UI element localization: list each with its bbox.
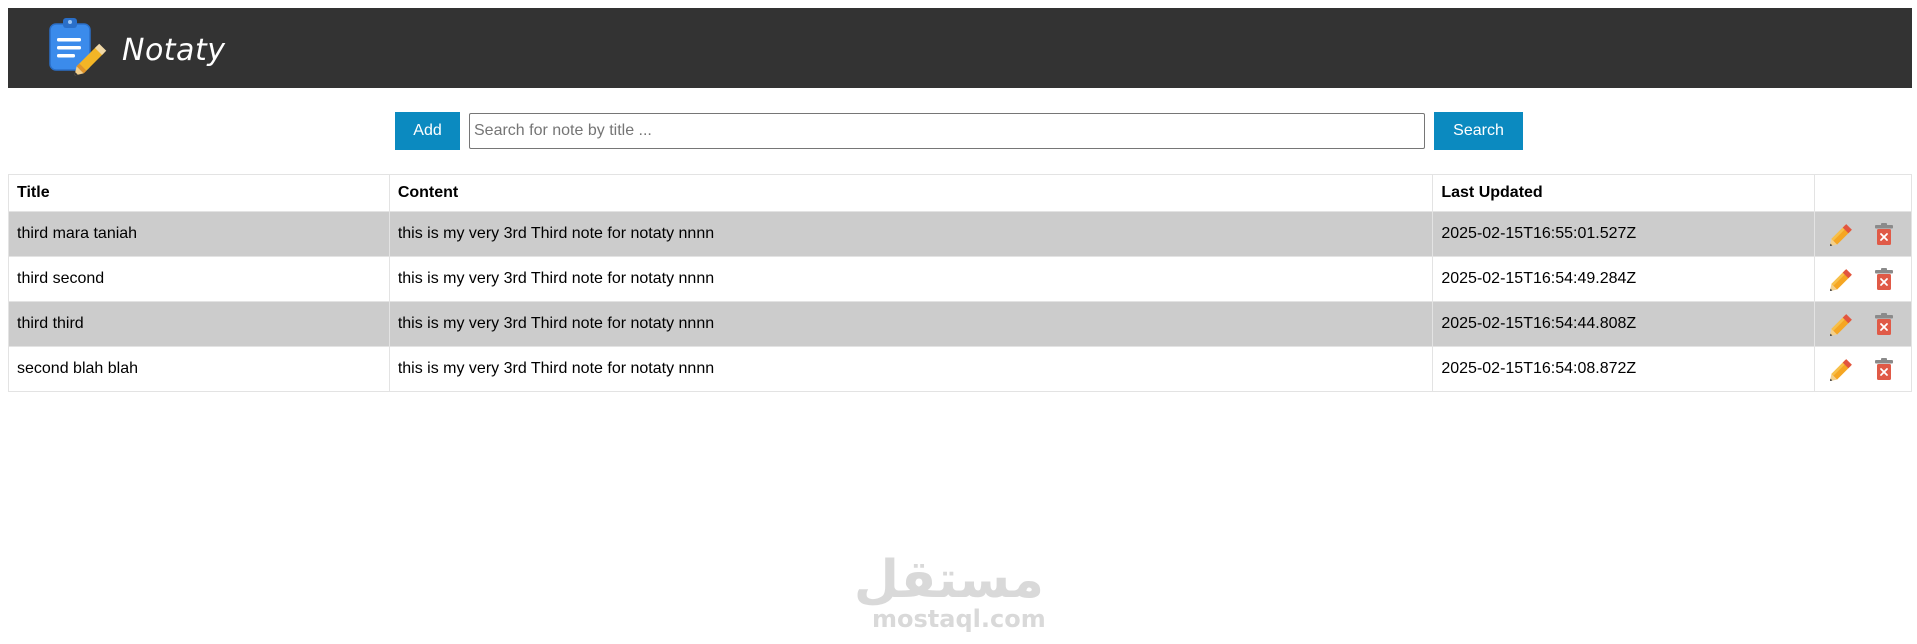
table-row: third second this is my very 3rd Third n… [8,256,1913,302]
app-window: Notaty Add Search Title Content Last Upd… [0,0,1917,644]
note-title-cell: third third [8,301,390,347]
note-actions-cell [1813,346,1913,392]
add-button[interactable]: Add [395,112,460,150]
search-button[interactable]: Search [1434,112,1523,150]
note-content-cell: this is my very 3rd Third note for notat… [388,211,1434,257]
logo-link[interactable]: Notaty [46,16,225,80]
note-title-cell: third mara taniah [8,211,390,257]
clipboard-pencil-icon [49,18,107,76]
note-actions-cell [1813,301,1913,347]
note-actions-cell [1813,211,1913,257]
note-content-cell: this is my very 3rd Third note for notat… [388,301,1434,347]
column-header-title: Title [8,174,390,212]
table-header-row: Title Content Last Updated [8,174,1913,212]
trash-icon[interactable] [1871,266,1897,292]
pencil-icon[interactable] [1829,311,1855,337]
table-row: second blah blah this is my very 3rd Thi… [8,346,1913,392]
column-header-actions [1813,174,1913,212]
search-input[interactable] [469,113,1425,149]
table-row: third mara taniah this is my very 3rd Th… [8,211,1913,257]
column-header-content: Content [388,174,1434,212]
pencil-icon[interactable] [1829,221,1855,247]
notes-table: Title Content Last Updated third mara ta… [8,174,1913,392]
note-content-cell: this is my very 3rd Third note for notat… [388,346,1434,392]
pencil-icon[interactable] [1829,356,1855,382]
note-updated-cell: 2025-02-15T16:54:44.808Z [1432,301,1815,347]
trash-icon[interactable] [1871,221,1897,247]
note-title-cell: second blah blah [8,346,390,392]
note-content-cell: this is my very 3rd Third note for notat… [388,256,1434,302]
note-updated-cell: 2025-02-15T16:54:08.872Z [1432,346,1815,392]
watermark-arabic-text: مستقل [853,550,1044,610]
toolbar: Add Search [395,112,1523,150]
watermark: مستقل mostaql.com [853,550,1046,633]
table-row: third third this is my very 3rd Third no… [8,301,1913,347]
trash-icon[interactable] [1871,356,1897,382]
column-header-last-updated: Last Updated [1432,174,1815,212]
note-updated-cell: 2025-02-15T16:55:01.527Z [1432,211,1815,257]
watermark-latin-text: mostaql.com [872,605,1046,633]
logo-text: Notaty [122,32,226,68]
pencil-icon[interactable] [1829,266,1855,292]
note-title-cell: third second [8,256,390,302]
note-updated-cell: 2025-02-15T16:54:49.284Z [1432,256,1815,302]
header-bar: Notaty [8,8,1912,88]
note-actions-cell [1813,256,1913,302]
trash-icon[interactable] [1871,311,1897,337]
